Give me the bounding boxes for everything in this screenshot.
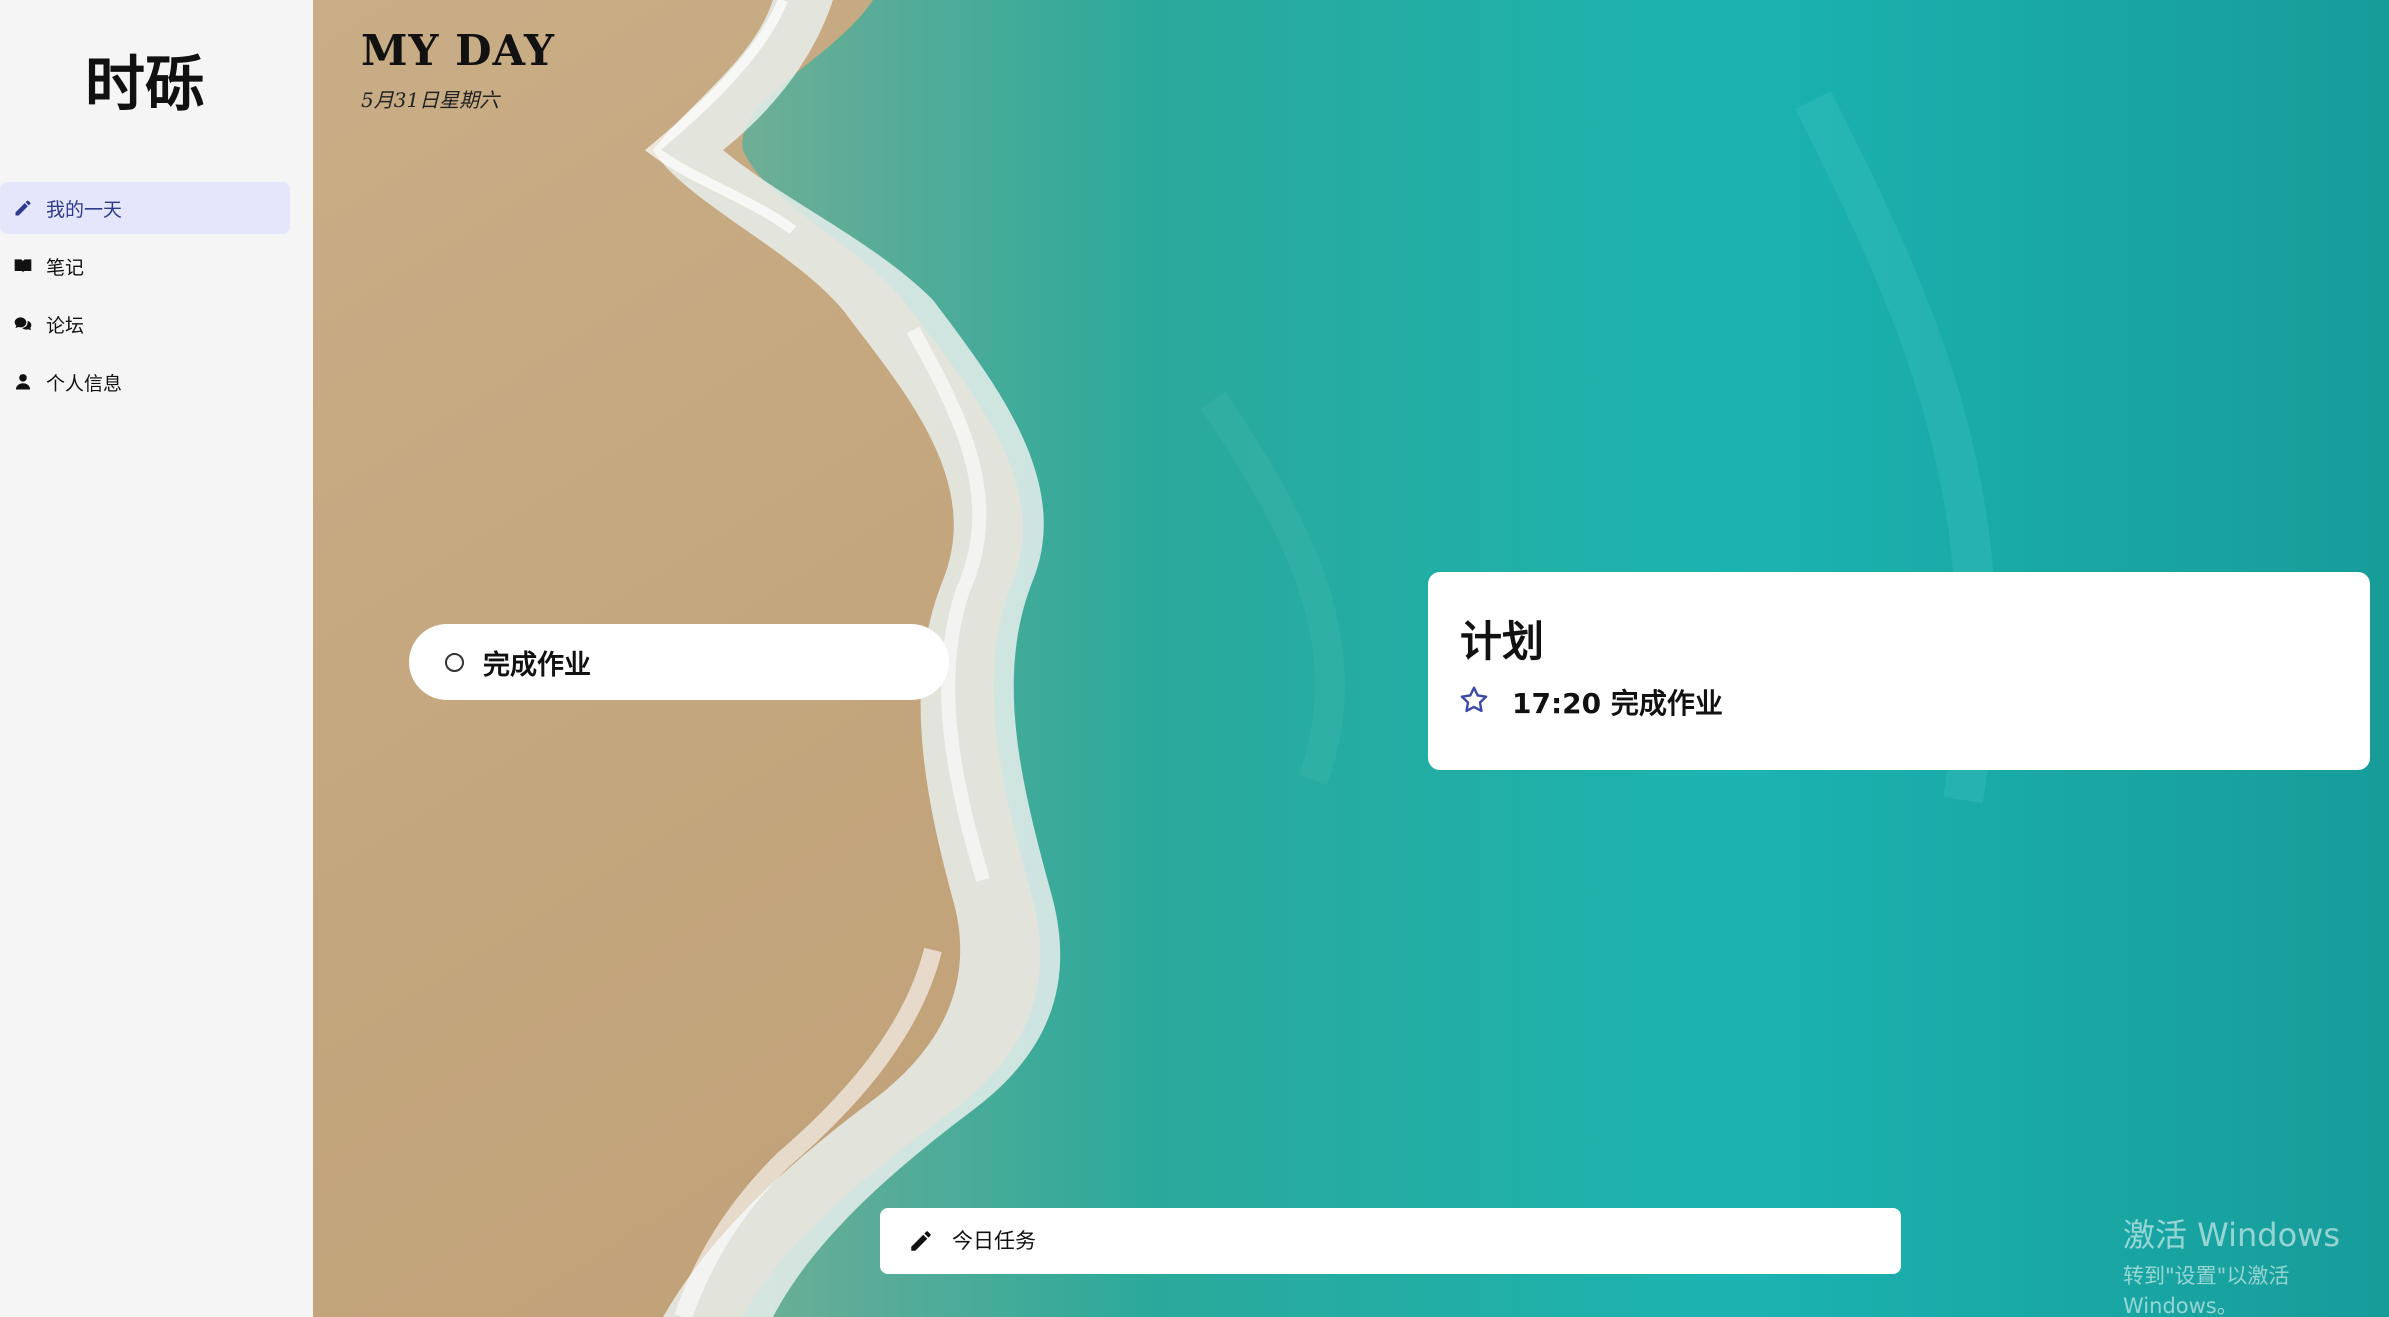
windows-activation-watermark: 激活 Windows 转到"设置"以激活 Windows。 — [2123, 1210, 2389, 1317]
plan-item-text: 17:20 完成作业 — [1512, 687, 1723, 720]
task-item[interactable]: 完成作业 — [409, 624, 949, 700]
watermark-line2: 转到"设置"以激活 Windows。 — [2123, 1264, 2290, 1317]
star-outline-icon[interactable] — [1458, 684, 1490, 720]
comments-icon — [0, 314, 46, 334]
app-window: 时砾 我的一天 笔记 论坛 个人信息 MY DAY 5月31日星期六 完成作业 … — [0, 0, 2389, 1317]
pencil-icon — [0, 198, 46, 218]
plan-card: 计划 17:20 完成作业 — [1428, 572, 2370, 770]
sidebar-item-profile[interactable]: 个人信息 — [0, 356, 290, 408]
app-logo-title: 时砾 — [85, 50, 205, 120]
page-date: 5月31日星期六 — [361, 88, 500, 112]
page-title: MY DAY — [361, 26, 555, 75]
circle-checkbox-icon[interactable] — [445, 652, 464, 672]
sidebar: 时砾 我的一天 笔记 论坛 个人信息 — [0, 0, 313, 1317]
sidebar-item-notes[interactable]: 笔记 — [0, 240, 290, 292]
sidebar-item-label: 论坛 — [46, 314, 85, 337]
sidebar-item-label: 个人信息 — [46, 372, 123, 395]
sidebar-item-forum[interactable]: 论坛 — [0, 298, 290, 350]
pencil-icon — [908, 1228, 934, 1254]
main-content: MY DAY 5月31日星期六 完成作业 计划 17:20 完成作业 激活 Wi… — [313, 0, 2389, 1317]
sidebar-item-my-day[interactable]: 我的一天 — [0, 182, 290, 234]
task-text: 完成作业 — [483, 649, 591, 681]
book-icon — [0, 256, 46, 276]
plan-title: 计划 — [1460, 617, 1545, 666]
task-input-bar[interactable] — [880, 1208, 1901, 1274]
sidebar-item-label: 我的一天 — [46, 198, 123, 221]
sidebar-nav: 我的一天 笔记 论坛 个人信息 — [0, 182, 290, 414]
user-icon — [0, 372, 46, 392]
task-input[interactable] — [950, 1228, 1854, 1254]
sidebar-item-label: 笔记 — [46, 256, 85, 279]
watermark-line1: 激活 Windows — [2123, 1216, 2341, 1254]
plan-item[interactable]: 17:20 完成作业 — [1458, 682, 1723, 722]
